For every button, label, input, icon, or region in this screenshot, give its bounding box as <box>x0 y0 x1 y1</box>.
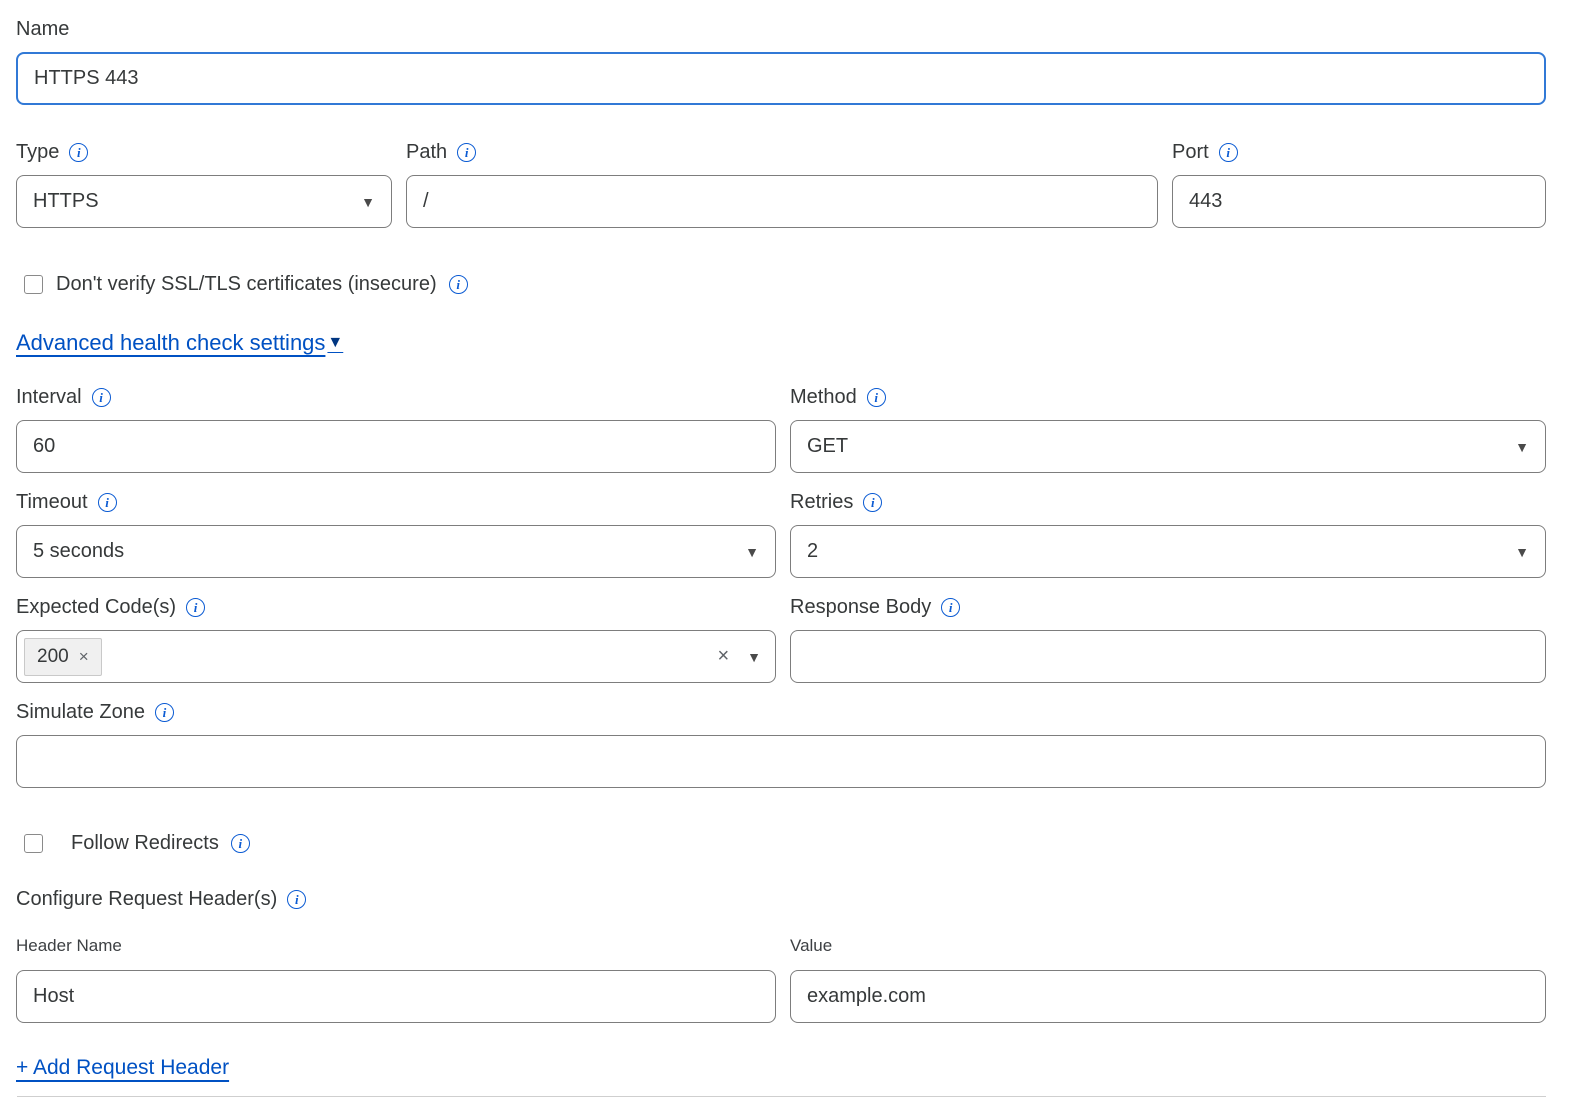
timeout-select[interactable]: 5 seconds <box>16 525 776 578</box>
response-body-input[interactable] <box>790 630 1546 683</box>
expected-codes-label: Expected Code(s) <box>16 596 176 619</box>
simulate-zone-input[interactable] <box>16 735 1546 788</box>
method-select[interactable]: GET <box>790 420 1546 473</box>
chevron-down-icon <box>1515 440 1529 454</box>
path-label: Path <box>406 141 447 164</box>
retries-info-icon[interactable] <box>863 493 882 512</box>
interval-info-icon[interactable] <box>92 388 111 407</box>
verify-ssl-checkbox[interactable] <box>24 275 43 294</box>
field-expected-codes: Expected Code(s) 200 × × <box>16 596 776 683</box>
field-name: Name <box>16 18 1546 105</box>
field-header-value: Value <box>790 936 1546 1023</box>
verify-ssl-label: Don't verify SSL/TLS certificates (insec… <box>56 273 437 296</box>
method-label: Method <box>790 386 857 409</box>
type-select[interactable]: HTTPS <box>16 175 392 228</box>
simulate-zone-label: Simulate Zone <box>16 701 145 724</box>
header-name-column-label: Header Name <box>16 936 122 956</box>
type-select-value: HTTPS <box>33 190 99 213</box>
row-timeout-retries: Timeout 5 seconds Retries 2 <box>16 491 1546 578</box>
response-body-label: Response Body <box>790 596 931 619</box>
retries-select-value: 2 <box>807 540 818 563</box>
field-verify-ssl: Don't verify SSL/TLS certificates (insec… <box>24 273 1546 296</box>
field-interval: Interval <box>16 386 776 473</box>
chevron-down-icon <box>745 545 759 559</box>
verify-ssl-info-icon[interactable] <box>449 275 468 294</box>
request-headers-section: Configure Request Header(s) <box>16 888 1546 911</box>
name-label: Name <box>16 18 69 41</box>
request-headers-section-label: Configure Request Header(s) <box>16 888 277 911</box>
header-value-input[interactable] <box>790 970 1546 1023</box>
interval-input[interactable] <box>16 420 776 473</box>
health-check-form: Name Type HTTPS Path Port <box>0 0 1570 1097</box>
simulate-zone-info-icon[interactable] <box>155 703 174 722</box>
field-port: Port <box>1172 141 1546 228</box>
port-info-icon[interactable] <box>1219 143 1238 162</box>
advanced-settings-link-label: Advanced health check settings <box>16 330 325 356</box>
timeout-label: Timeout <box>16 491 88 514</box>
interval-label: Interval <box>16 386 82 409</box>
follow-redirects-label: Follow Redirects <box>71 832 219 855</box>
bottom-divider <box>17 1096 1546 1097</box>
header-name-input[interactable] <box>16 970 776 1023</box>
chevron-down-icon <box>361 195 375 209</box>
follow-redirects-checkbox[interactable] <box>24 834 43 853</box>
field-path: Path <box>406 141 1158 228</box>
port-input[interactable] <box>1172 175 1546 228</box>
response-body-info-icon[interactable] <box>941 598 960 617</box>
field-follow-redirects: Follow Redirects <box>24 832 1546 855</box>
advanced-settings-link[interactable]: Advanced health check settings <box>16 330 343 356</box>
path-info-icon[interactable] <box>457 143 476 162</box>
timeout-select-value: 5 seconds <box>33 540 124 563</box>
type-info-icon[interactable] <box>69 143 88 162</box>
field-response-body: Response Body <box>790 596 1546 683</box>
timeout-info-icon[interactable] <box>98 493 117 512</box>
add-request-header-link[interactable]: + Add Request Header <box>16 1056 229 1080</box>
name-input[interactable] <box>16 52 1546 105</box>
request-header-row: Header Name Value <box>16 936 1546 1023</box>
row-type-path-port: Type HTTPS Path Port <box>16 141 1546 228</box>
expected-codes-multiselect[interactable]: 200 × × <box>16 630 776 683</box>
field-retries: Retries 2 <box>790 491 1546 578</box>
field-type: Type HTTPS <box>16 141 392 228</box>
header-value-column-label: Value <box>790 936 832 956</box>
method-select-value: GET <box>807 435 848 458</box>
retries-label: Retries <box>790 491 853 514</box>
request-headers-info-icon[interactable] <box>287 890 306 909</box>
expected-codes-info-icon[interactable] <box>186 598 205 617</box>
field-header-name: Header Name <box>16 936 776 1023</box>
remove-tag-icon[interactable]: × <box>79 647 89 667</box>
clear-all-icon[interactable]: × <box>717 645 729 668</box>
port-label: Port <box>1172 141 1209 164</box>
path-input[interactable] <box>406 175 1158 228</box>
code-tag: 200 × <box>24 638 102 676</box>
chevron-down-icon <box>1515 545 1529 559</box>
chevron-down-icon[interactable] <box>747 650 761 664</box>
field-timeout: Timeout 5 seconds <box>16 491 776 578</box>
row-codes-body: Expected Code(s) 200 × × Response Body <box>16 596 1546 683</box>
retries-select[interactable]: 2 <box>790 525 1546 578</box>
method-info-icon[interactable] <box>867 388 886 407</box>
field-simulate-zone: Simulate Zone <box>16 701 1546 788</box>
row-interval-method: Interval Method GET <box>16 386 1546 473</box>
triangle-down-icon <box>327 334 343 352</box>
code-tag-label: 200 <box>37 646 69 668</box>
field-method: Method GET <box>790 386 1546 473</box>
follow-redirects-info-icon[interactable] <box>231 834 250 853</box>
type-label: Type <box>16 141 59 164</box>
